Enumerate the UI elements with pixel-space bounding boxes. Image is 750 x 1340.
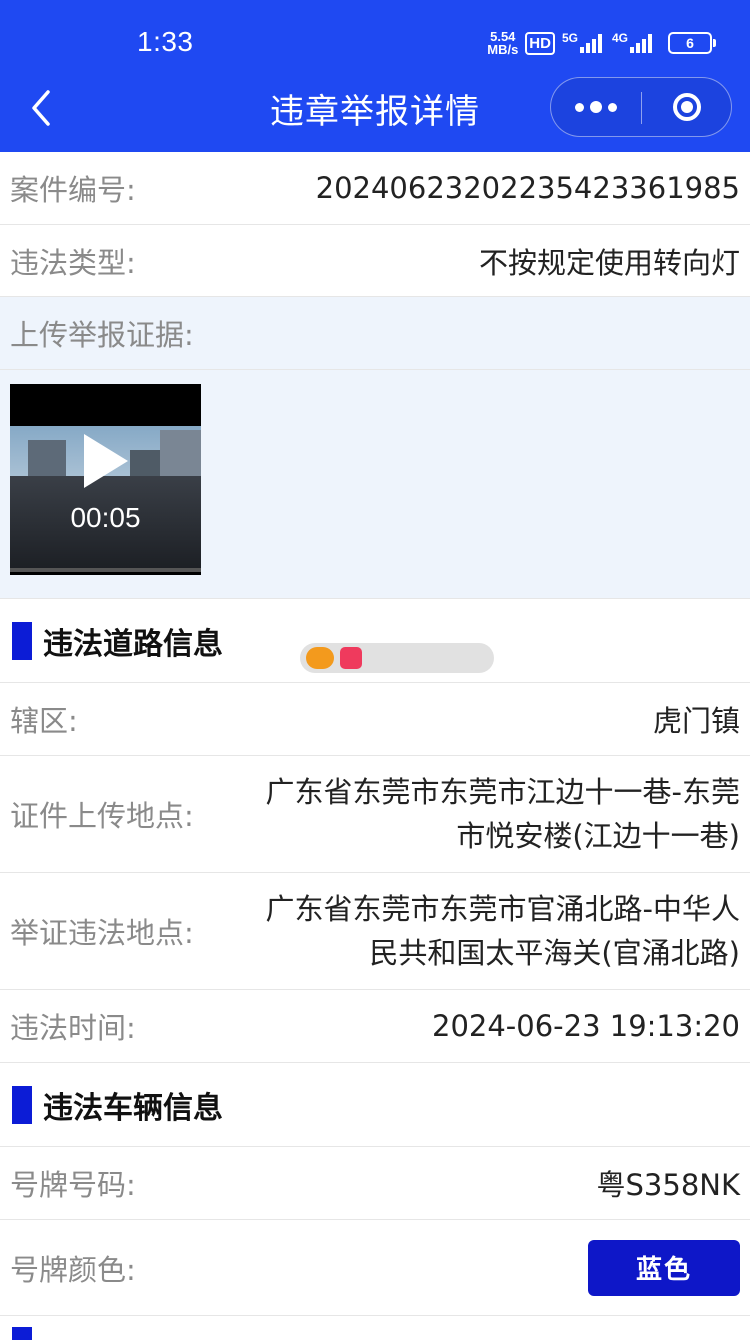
evidence-label-row: 上传举报证据:	[0, 297, 750, 370]
video-duration: 00:05	[70, 502, 141, 533]
signal-bars-icon	[630, 34, 652, 53]
more-dots-icon-center	[590, 101, 602, 113]
case-number-label: 案件编号:	[10, 173, 136, 207]
road-info-title: 违法道路信息	[43, 626, 223, 662]
signal-4g-label: 4G	[611, 31, 628, 45]
battery-icon: 6	[668, 32, 716, 54]
status-icons: 5.54 MB/s HD 5G 4G 6	[487, 26, 716, 60]
district-row: 辖区: 虎门镇	[0, 683, 750, 756]
upload-location-line2: 市悦安楼(江边十一巷)	[456, 819, 740, 853]
play-icon	[84, 434, 128, 488]
violation-type-row: 违法类型: 不按规定使用转向灯	[0, 225, 750, 297]
close-icon-dot	[681, 101, 693, 113]
plate-color-badge: 蓝色	[588, 1239, 740, 1296]
watermark-logo-icon-2	[340, 647, 362, 669]
signal-5g-label: 5G	[561, 31, 578, 45]
plate-number-value: 粤S358NK	[596, 1168, 740, 1202]
evidence-area: 00:05	[0, 370, 750, 599]
plate-number-row: 号牌号码: 粤S358NK	[0, 1147, 750, 1220]
violation-location-line2: 民共和国太平海关(官涌北路)	[369, 936, 740, 970]
violation-time-label: 违法时间:	[10, 1011, 136, 1045]
more-button[interactable]	[551, 78, 641, 136]
district-value: 虎门镇	[652, 704, 740, 738]
status-time: 1:33	[137, 26, 194, 57]
watermark-logo	[300, 643, 494, 673]
violation-location-value: 广东省东莞市东莞市官涌北路-中华人 民共和国太平海关(官涌北路)	[266, 887, 740, 975]
watermark-logo-icon	[306, 647, 334, 669]
vehicle-info-title: 违法车辆信息	[43, 1090, 223, 1126]
section-marker	[12, 621, 32, 660]
violation-location-line1: 广东省东莞市东莞市官涌北路-中华人	[265, 892, 740, 926]
video-progress-track	[10, 568, 201, 572]
network-speed: 5.54 MB/s	[487, 30, 518, 56]
section-marker	[12, 1085, 32, 1124]
district-label: 辖区:	[10, 704, 78, 738]
violation-location-row: 举证违法地点: 广东省东莞市东莞市官涌北路-中华人 民共和国太平海关(官涌北路)	[0, 873, 750, 990]
evidence-video-thumbnail[interactable]: 00:05	[10, 384, 201, 575]
vehicle-info-section-header: 违法车辆信息	[0, 1063, 750, 1147]
network-speed-unit: MB/s	[487, 42, 519, 57]
upload-location-row: 证件上传地点: 广东省东莞市东莞市江边十一巷-东莞 市悦安楼(江边十一巷)	[0, 756, 750, 873]
plate-color-label: 号牌颜色:	[10, 1252, 136, 1287]
signal-bars-icon	[579, 34, 602, 53]
violation-type-value: 不按规定使用转向灯	[478, 245, 740, 280]
more-dots-icon	[575, 102, 584, 112]
more-dots-icon-right	[608, 102, 617, 112]
evidence-label: 上传举报证据:	[10, 318, 194, 352]
detail-content: 案件编号: 2024062320223542336198​5 违法类型: 不按规…	[0, 152, 750, 1316]
case-number-row: 案件编号: 2024062320223542336198​5	[0, 152, 750, 225]
violation-time-value: 2024-06-23 19:13:20	[432, 1009, 740, 1043]
case-number-value: 2024062320223542336198​5	[315, 171, 740, 205]
top-navigation-bar: 1:33 5.54 MB/s HD 5G 4G 6 违章举报详情	[0, 0, 750, 152]
violation-type-label: 违法类型:	[10, 245, 136, 280]
upload-location-line1: 广东省东莞市东莞市江边十一巷-东莞	[265, 775, 740, 809]
plate-number-label: 号牌号码:	[10, 1168, 136, 1202]
hd-icon: HD	[525, 31, 555, 55]
upload-location-value: 广东省东莞市东莞市江边十一巷-东莞 市悦安楼(江边十一巷)	[266, 770, 740, 858]
upload-location-label: 证件上传地点:	[10, 799, 194, 833]
violation-location-label: 举证违法地点:	[10, 916, 194, 950]
close-button[interactable]	[642, 78, 732, 136]
road-info-section-header: 违法道路信息	[0, 599, 750, 683]
signal-5g-icon: 5G	[562, 32, 605, 54]
plate-color-row: 号牌颜色: 蓝色	[0, 1220, 750, 1316]
miniprogram-capsule	[550, 77, 732, 137]
miniprogram-close-icon	[673, 93, 701, 121]
signal-4g-icon: 4G	[612, 32, 655, 54]
battery-level: 6	[686, 35, 694, 51]
violation-time-row: 违法时间: 2024-06-23 19:13:20	[0, 990, 750, 1063]
section-marker-partial	[12, 1327, 32, 1340]
